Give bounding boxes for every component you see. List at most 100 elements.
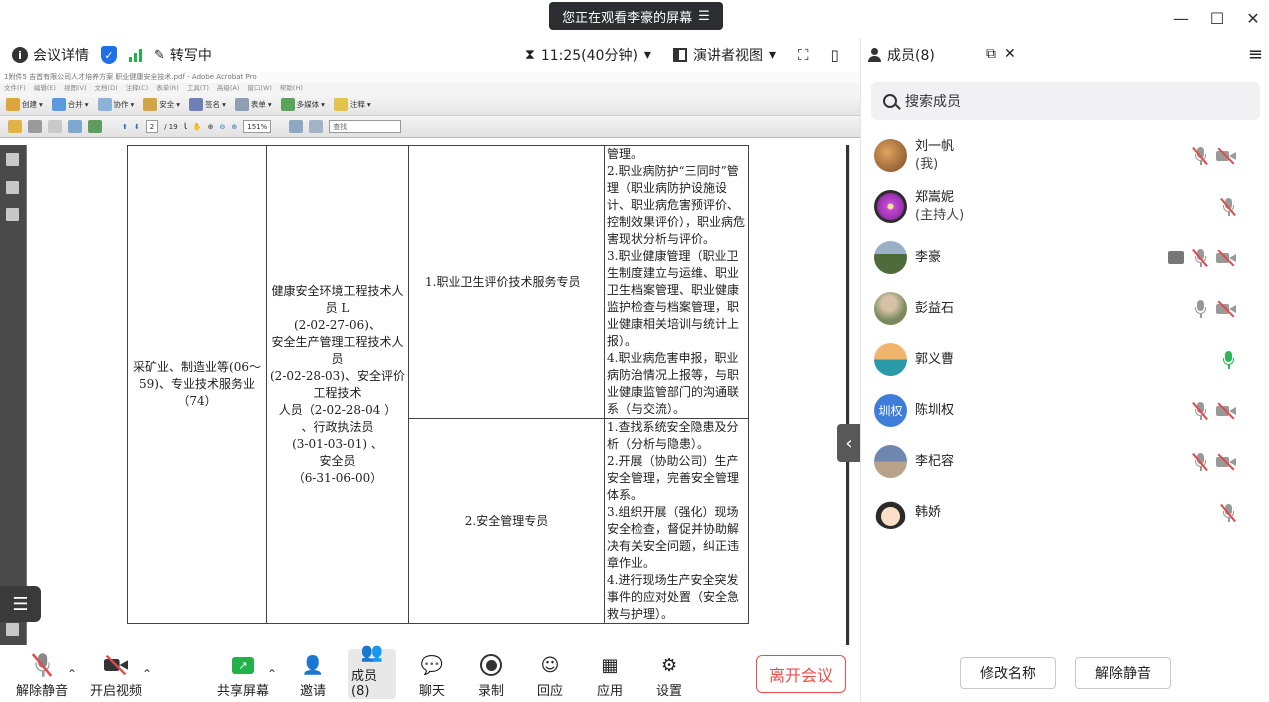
camera-off-icon[interactable] [1216,455,1236,469]
pdf-tool: 多媒体 ▾ [280,98,325,111]
avatar [874,139,907,172]
member-row[interactable]: 韩娇 [861,487,1269,538]
floating-list-button[interactable]: ☰ [0,586,41,622]
pdf-nav-pane [0,145,27,645]
member-row[interactable]: 李豪 [861,232,1269,283]
chevron-up-icon[interactable]: ⌃ [142,667,152,681]
zoom-tool-icon: ⊕ [207,122,214,131]
maximize-icon[interactable]: ☐ [1209,8,1225,28]
security-button[interactable]: ✓ [101,46,117,64]
camera-off-icon[interactable] [1216,149,1236,163]
fullscreen-icon[interactable]: ⛶ [798,46,809,64]
chevron-up-icon[interactable]: ⌃ [67,667,77,681]
close-icon[interactable]: ✕ [1245,8,1261,28]
avatar [874,241,907,274]
pdf-toolbar-nav: ⬆ ⬇ 2 / 19 Ɩ ✋ ⊕ ⊖ ⊕ 151% 查找 [0,116,860,138]
menu-icon[interactable]: ≡ [1248,44,1263,65]
timer-button[interactable]: ⧗ 11:25(40分钟) ▾ [525,45,651,65]
member-row[interactable]: 刘一帆 (我) [861,130,1269,181]
network-status[interactable] [129,48,142,62]
member-row[interactable]: 郑嵩妮 (主持人) [861,181,1269,232]
list-icon[interactable]: ☰ [698,9,710,24]
mic-muted-icon[interactable] [1192,401,1208,420]
mic-muted-icon[interactable] [1220,503,1236,522]
member-row[interactable]: 郭义曹 [861,334,1269,385]
react-button[interactable]: ☺ 回应 [537,649,563,700]
record-icon [480,652,502,678]
mic-muted-icon[interactable] [1192,146,1208,165]
member-search-input[interactable]: 搜索成员 [871,82,1260,120]
member-row[interactable]: 彭益石 [861,283,1269,334]
toolbar-right: ⧗ 11:25(40分钟) ▾ 演讲者视图 ▾ ⛶ ▯ [525,45,839,65]
start-video-label: 开启视频 [90,684,143,699]
settings-button[interactable]: ⚙ 设置 [656,649,682,700]
member-name-block: 李豪 [915,249,941,267]
mic-muted-icon[interactable] [1192,248,1208,267]
close-icon[interactable]: ✕ [1004,46,1016,62]
pdf-page-input: 2 [145,120,159,133]
speaker-view-icon [672,48,687,62]
sidebar-toggle-icon[interactable]: ▯ [831,46,839,64]
window-titlebar: 您正在观看李豪的屏幕 ☰ — ☐ ✕ [0,0,1269,38]
mic-icon[interactable] [1192,299,1208,318]
leave-meeting-button[interactable]: 离开会议 [756,655,846,693]
rename-button[interactable]: 修改名称 [960,657,1056,689]
camera-off-icon[interactable] [1216,302,1236,316]
pages-icon [6,153,19,166]
pdf-tool: 协作 ▾ [97,98,134,111]
member-name: 韩娇 [915,504,942,520]
collapse-panel-handle[interactable]: ‹ [837,424,860,462]
members-icon: 👥 [360,642,384,663]
start-video-button[interactable]: 开启视频 [90,649,142,699]
arrow-down-icon: ⬇ [133,122,140,131]
chevron-up-icon[interactable]: ⌃ [267,667,277,681]
pdf-tool: 表单 ▾ [234,98,272,111]
apps-button[interactable]: ▦ 应用 [597,649,624,700]
shield-icon: ✓ [101,46,117,64]
meeting-details-button[interactable]: i 会议详情 [12,45,89,65]
member-name: 郭义曹 [915,351,955,367]
pdf-menu-item: 帮助(H) [279,84,303,92]
member-status-icons [1192,299,1236,318]
unmute-all-button[interactable]: 解除静音 [1075,657,1171,689]
member-row[interactable]: 圳权 陈圳权 [861,385,1269,436]
pdf-zoom-value: 151% [243,120,272,133]
share-screen-button[interactable]: ↗ 共享屏幕 [217,649,269,699]
transcribe-label: 转写中 [169,48,212,64]
arrow-up-icon: ⬆ [122,122,128,131]
screen-share-banner[interactable]: 您正在观看李豪的屏幕 ☰ [549,2,723,30]
member-row[interactable]: 李杞容 [861,436,1269,487]
unmute-button[interactable]: 解除静音 [16,649,68,699]
attachment-icon [6,623,19,636]
transcribe-button[interactable]: ✎ 转写中 [154,45,212,65]
member-name: 李杞容 [915,453,955,469]
record-button[interactable]: 录制 [478,649,504,699]
hourglass-icon: ⧗ [525,47,535,63]
view-mode-button[interactable]: 演讲者视图 ▾ [672,45,776,65]
invite-button[interactable]: 👤 邀请 [300,649,326,700]
record-label: 录制 [478,684,505,699]
person-icon [867,48,881,62]
member-name: 郑嵩妮 [915,189,955,205]
member-name-block: 郑嵩妮 (主持人) [915,189,964,225]
avatar [874,292,907,325]
popout-icon[interactable]: ⧉ [986,46,996,62]
chat-button[interactable]: 💬 聊天 [419,649,445,700]
mic-active-icon[interactable] [1220,350,1236,369]
members-panel-header: 成员(8) ⧉ ✕ ≡ [861,38,1269,72]
pdf-page-total: / 19 [164,122,178,131]
mic-muted-icon[interactable] [1220,197,1236,216]
member-name-block: 刘一帆 (我) [915,138,954,174]
shared-screen[interactable]: 1附件5 吉首有限公司人才培养方案 职业健康安全技术.pdf - Adobe A… [0,72,860,645]
members-label: 成员(8) [351,669,378,699]
member-name: 刘一帆 [915,138,955,154]
camera-off-icon[interactable] [1216,404,1236,418]
minimize-icon[interactable]: — [1173,8,1189,28]
members-button[interactable]: 👥 成员(8) [348,642,396,699]
mic-muted-icon[interactable] [1192,452,1208,471]
member-name-block: 陈圳权 [915,402,954,420]
apps-icon: ▦ [601,654,619,676]
apps-label: 应用 [597,684,624,699]
member-status-icons [1192,401,1236,420]
camera-off-icon[interactable] [1216,251,1236,265]
